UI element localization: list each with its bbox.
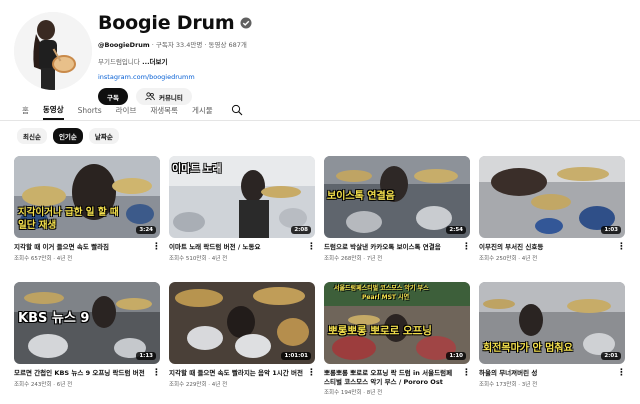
duration-badge: 1:01:01 (281, 352, 311, 360)
duration-badge: 1:13 (136, 352, 156, 360)
chip-popular[interactable]: 인기순 (52, 128, 83, 144)
video-meta: 조회수 657만회 · 4년 전 (14, 255, 73, 262)
video-title[interactable]: 드럼으로 박살낸 카카오톡 보이스톡 연결음 (324, 243, 458, 252)
video-title[interactable]: 뽀롱뽀롱 뽀로로 오프닝 락 드럼 in 서울드럼페스티벌 코스모스 악기 부스… (324, 369, 458, 386)
more-link[interactable]: ...더보기 (140, 58, 167, 66)
video-card[interactable]: 1:03 이무진의 부서진 신호등 ⋮ 조회수 250만회 · 4년 전 (479, 156, 626, 262)
view-count: 조회수 229만회 (169, 381, 207, 388)
kebab-icon[interactable]: ⋮ (462, 243, 471, 252)
thumbnail-caption: Pearl MST 시연 (362, 294, 410, 301)
kebab-icon[interactable]: ⋮ (307, 369, 316, 378)
video-meta: 조회수 229만회 · 4년 전 (169, 381, 228, 388)
thumbnail-caption: 서울드럼페스티벌 코스모스 악기 부스 (334, 285, 429, 292)
video-thumbnail[interactable]: 1:01:01 (169, 282, 315, 364)
duration-badge: 2:54 (446, 226, 466, 234)
video-meta: 조회수 173만회 · 3년 전 (479, 381, 538, 388)
kebab-icon[interactable]: ⋮ (462, 369, 471, 386)
upload-age: 4년 전 (211, 255, 228, 262)
kebab-icon[interactable]: ⋮ (152, 369, 161, 378)
chip-oldest[interactable]: 날짜순 (88, 128, 119, 144)
video-meta: 조회수 510만회 · 4년 전 (169, 255, 228, 262)
view-count: 조회수 657만회 (14, 255, 52, 262)
duration-badge: 2:01 (601, 352, 621, 360)
video-title[interactable]: 이무진의 부서진 신호등 (479, 243, 613, 252)
video-card[interactable]: 회전목마가 안 멈춰요 2:01 하울의 무너져버린 성 ⋮ 조회수 173만회… (479, 282, 626, 388)
chip-latest[interactable]: 최신순 (17, 128, 47, 144)
thumbnail-caption: 지각이거나 급한 일 할 때 (18, 207, 119, 218)
kebab-icon[interactable]: ⋮ (152, 243, 161, 252)
view-count: 조회수 173만회 (479, 381, 517, 388)
video-thumbnail[interactable]: 지각이거나 급한 일 할 때 일단 재생 3:24 (14, 156, 160, 238)
video-thumbnail[interactable]: 서울드럼페스티벌 코스모스 악기 부스 Pearl MST 시연 뽀롱뽀롱 뽀로… (324, 282, 470, 364)
video-thumbnail[interactable]: 이마트 노래 2:08 (169, 156, 315, 238)
view-count: 조회수 268만회 (324, 255, 362, 262)
channel-header: Boogie Drum @BoogieDrum · 구독자 33.4만명 · 동… (14, 10, 626, 105)
view-count: 조회수 243만회 (14, 381, 52, 388)
description-text: 부기드럼입니다 (98, 58, 140, 66)
verified-icon (240, 17, 252, 29)
video-thumbnail[interactable]: 회전목마가 안 멈춰요 2:01 (479, 282, 625, 364)
tab-posts[interactable]: 게시물 (192, 100, 213, 120)
duration-badge: 1:03 (601, 226, 621, 234)
channel-name: Boogie Drum (98, 12, 235, 34)
sort-chips: 최신순 인기순 날짜순 (17, 128, 119, 144)
video-meta: 조회수 268만회 · 7년 전 (324, 255, 383, 262)
thumbnail-caption: 이마트 노래 (172, 164, 222, 175)
video-title[interactable]: 지각할 때 이거 들으면 속도 빨라짐 (14, 243, 148, 252)
channel-tabs: 홈 동영상 Shorts 라이브 재생목록 게시물 (22, 100, 243, 120)
kebab-icon[interactable]: ⋮ (617, 369, 626, 378)
kebab-icon[interactable]: ⋮ (617, 243, 626, 252)
tab-playlists[interactable]: 재생목록 (150, 100, 178, 120)
video-meta: 조회수 243만회 · 6년 전 (14, 381, 73, 388)
channel-avatar[interactable] (14, 12, 92, 90)
thumbnail-caption: 회전목마가 안 멈춰요 (483, 343, 573, 354)
upload-age: 4년 전 (56, 255, 73, 262)
video-title[interactable]: 이마트 노래 락드럼 버전 / 노동요 (169, 243, 303, 252)
tabs-divider (0, 120, 640, 121)
video-thumbnail[interactable]: KBS 뉴스 9 1:13 (14, 282, 160, 364)
video-title[interactable]: 하울의 무너져버린 성 (479, 369, 613, 378)
video-card[interactable]: 지각이거나 급한 일 할 때 일단 재생 3:24 지각할 때 이거 들으면 속… (14, 156, 161, 262)
tab-home[interactable]: 홈 (22, 100, 29, 120)
upload-age: 3년 전 (521, 381, 538, 388)
video-card[interactable]: 1:01:01 지각할 때 들으면 속도 빨라지는 음악 1시간 버전 ⋮ 조회… (169, 282, 316, 388)
thumbnail-caption: KBS 뉴스 9 (18, 311, 90, 326)
search-icon[interactable] (231, 104, 243, 116)
channel-stats: · 구독자 33.4만명 · 동영상 687개 (149, 41, 247, 49)
kebab-icon[interactable]: ⋮ (307, 243, 316, 252)
channel-link[interactable]: instagram.com/boogiedrumm (98, 73, 618, 81)
video-card[interactable]: 이마트 노래 2:08 이마트 노래 락드럼 버전 / 노동요 ⋮ 조회수 51… (169, 156, 316, 262)
channel-handle: @BoogieDrum (98, 41, 150, 49)
upload-age: 8년 전 (366, 390, 383, 396)
video-meta: 조회수 194만회 · 8년 전 (324, 390, 383, 396)
upload-age: 6년 전 (56, 381, 73, 388)
video-title[interactable]: 지각할 때 들으면 속도 빨라지는 음악 1시간 버전 (169, 369, 303, 378)
view-count: 조회수 250만회 (479, 255, 517, 262)
thumbnail-caption: 뽀롱뽀롱 뽀로로 오프닝 (328, 325, 432, 337)
upload-age: 4년 전 (521, 255, 538, 262)
upload-age: 4년 전 (211, 381, 228, 388)
video-card[interactable]: KBS 뉴스 9 1:13 모르면 간첩인 KBS 뉴스 9 오프닝 락드럼 버… (14, 282, 161, 388)
duration-badge: 1:10 (446, 352, 466, 360)
tab-live[interactable]: 라이브 (116, 100, 137, 120)
duration-badge: 3:24 (136, 226, 156, 234)
tab-videos[interactable]: 동영상 (42, 100, 64, 120)
view-count: 조회수 194만회 (324, 390, 362, 396)
upload-age: 7년 전 (366, 255, 383, 262)
video-card[interactable]: 서울드럼페스티벌 코스모스 악기 부스 Pearl MST 시연 뽀롱뽀롱 뽀로… (324, 282, 471, 396)
video-title[interactable]: 모르면 간첩인 KBS 뉴스 9 오프닝 락드럼 버전 (14, 369, 148, 378)
thumbnail-caption: 일단 재생 (18, 220, 57, 231)
video-thumbnail[interactable]: 1:03 (479, 156, 625, 238)
duration-badge: 2:08 (291, 226, 311, 234)
video-meta: 조회수 250만회 · 4년 전 (479, 255, 538, 262)
channel-meta: @BoogieDrum · 구독자 33.4만명 · 동영상 687개 (98, 39, 618, 49)
video-thumbnail[interactable]: 보이스톡 연결음 2:54 (324, 156, 470, 238)
view-count: 조회수 510만회 (169, 255, 207, 262)
thumbnail-caption: 보이스톡 연결음 (327, 191, 395, 202)
channel-description[interactable]: 부기드럼입니다 ...더보기 (98, 56, 618, 66)
video-card[interactable]: 보이스톡 연결음 2:54 드럼으로 박살낸 카카오톡 보이스톡 연결음 ⋮ 조… (324, 156, 471, 262)
tab-shorts[interactable]: Shorts (78, 100, 102, 120)
